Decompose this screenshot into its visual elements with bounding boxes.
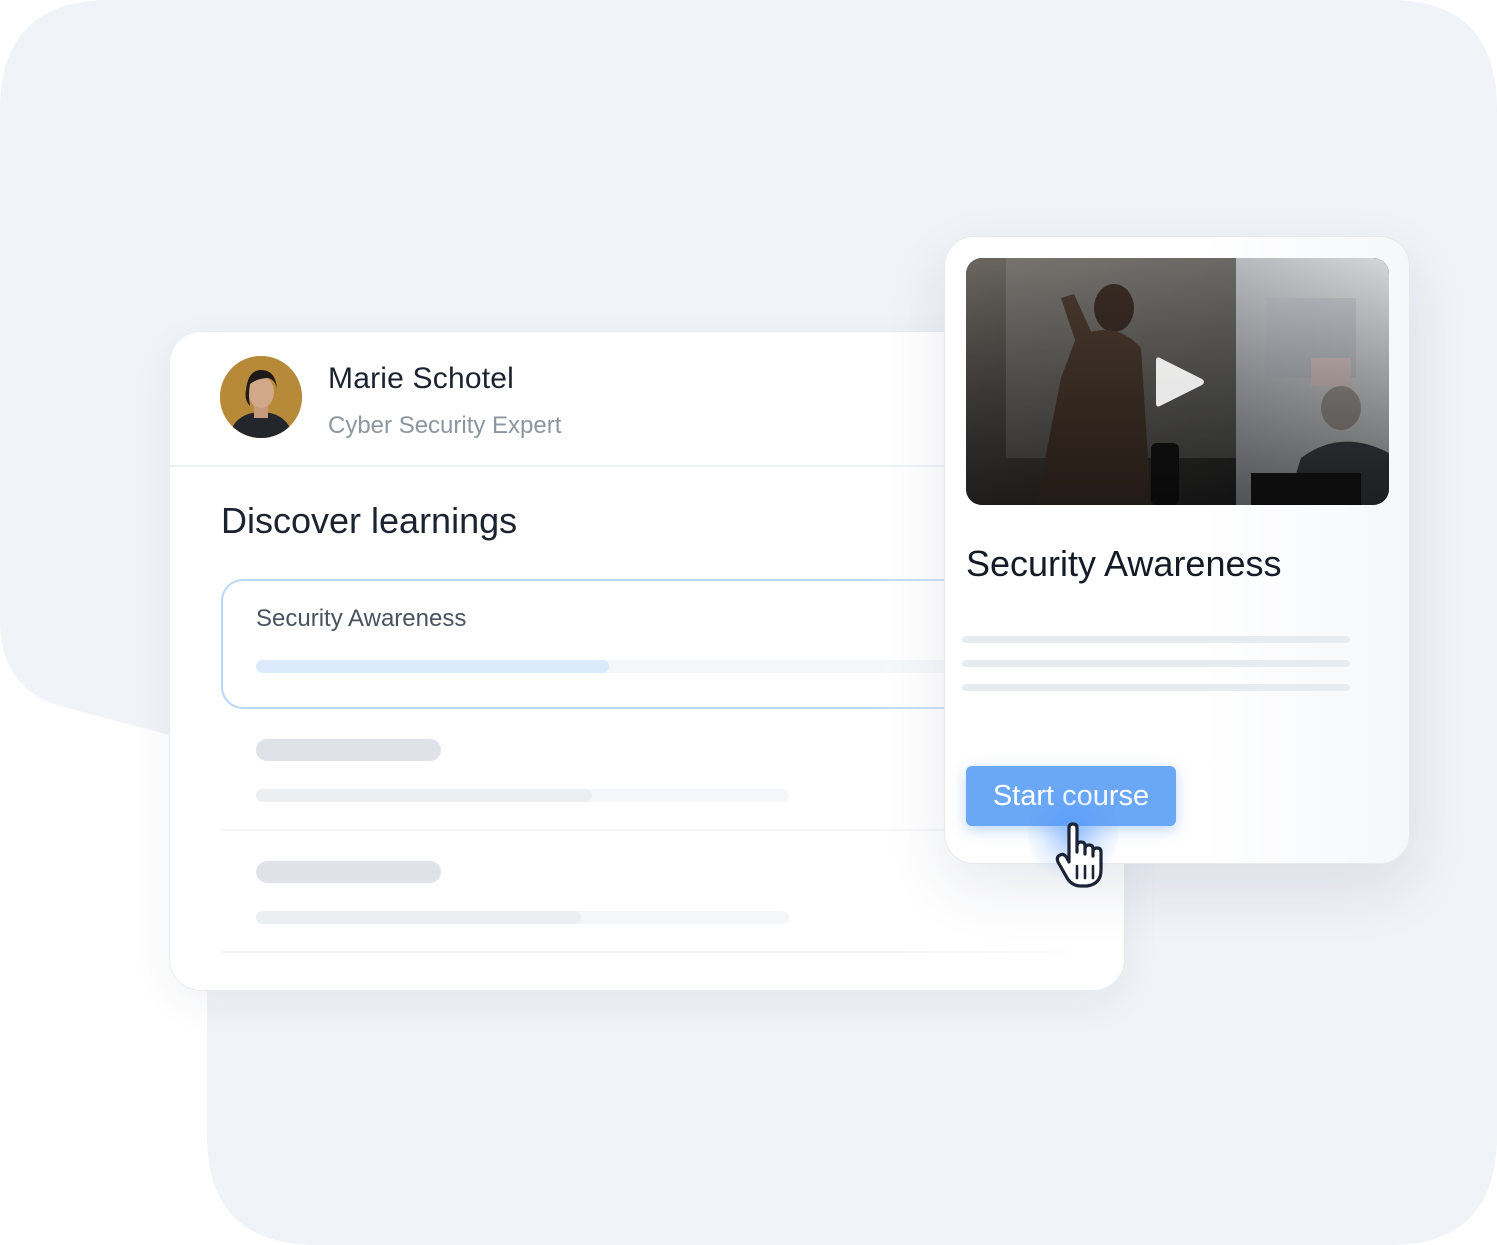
course-label: Security Awareness bbox=[256, 605, 467, 632]
description-line bbox=[962, 660, 1350, 667]
stage: Marie Schotel Cyber Security Expert Disc… bbox=[0, 0, 1497, 1245]
skeleton-title bbox=[256, 739, 441, 761]
progress-fill bbox=[256, 789, 592, 802]
progress-bar bbox=[256, 911, 789, 924]
description-line bbox=[962, 636, 1350, 643]
start-course-button[interactable]: Start course bbox=[966, 766, 1176, 826]
user-role: Cyber Security Expert bbox=[328, 412, 562, 439]
play-icon[interactable] bbox=[1154, 354, 1206, 410]
pointer-hand-icon bbox=[1055, 822, 1103, 888]
video-thumbnail[interactable] bbox=[966, 258, 1389, 505]
section-title: Discover learnings bbox=[221, 500, 518, 541]
user-name: Marie Schotel bbox=[328, 362, 515, 395]
course-title: Security Awareness bbox=[966, 543, 1282, 584]
course-item-placeholder bbox=[221, 831, 1071, 953]
profile-photo-icon bbox=[220, 356, 302, 438]
avatar bbox=[220, 356, 302, 438]
progress-fill bbox=[256, 911, 582, 924]
skeleton-title bbox=[256, 861, 441, 883]
description-line bbox=[962, 684, 1350, 691]
progress-bar bbox=[256, 789, 789, 802]
progress-fill bbox=[256, 660, 609, 673]
course-card: Security Awareness Start course bbox=[944, 236, 1410, 864]
